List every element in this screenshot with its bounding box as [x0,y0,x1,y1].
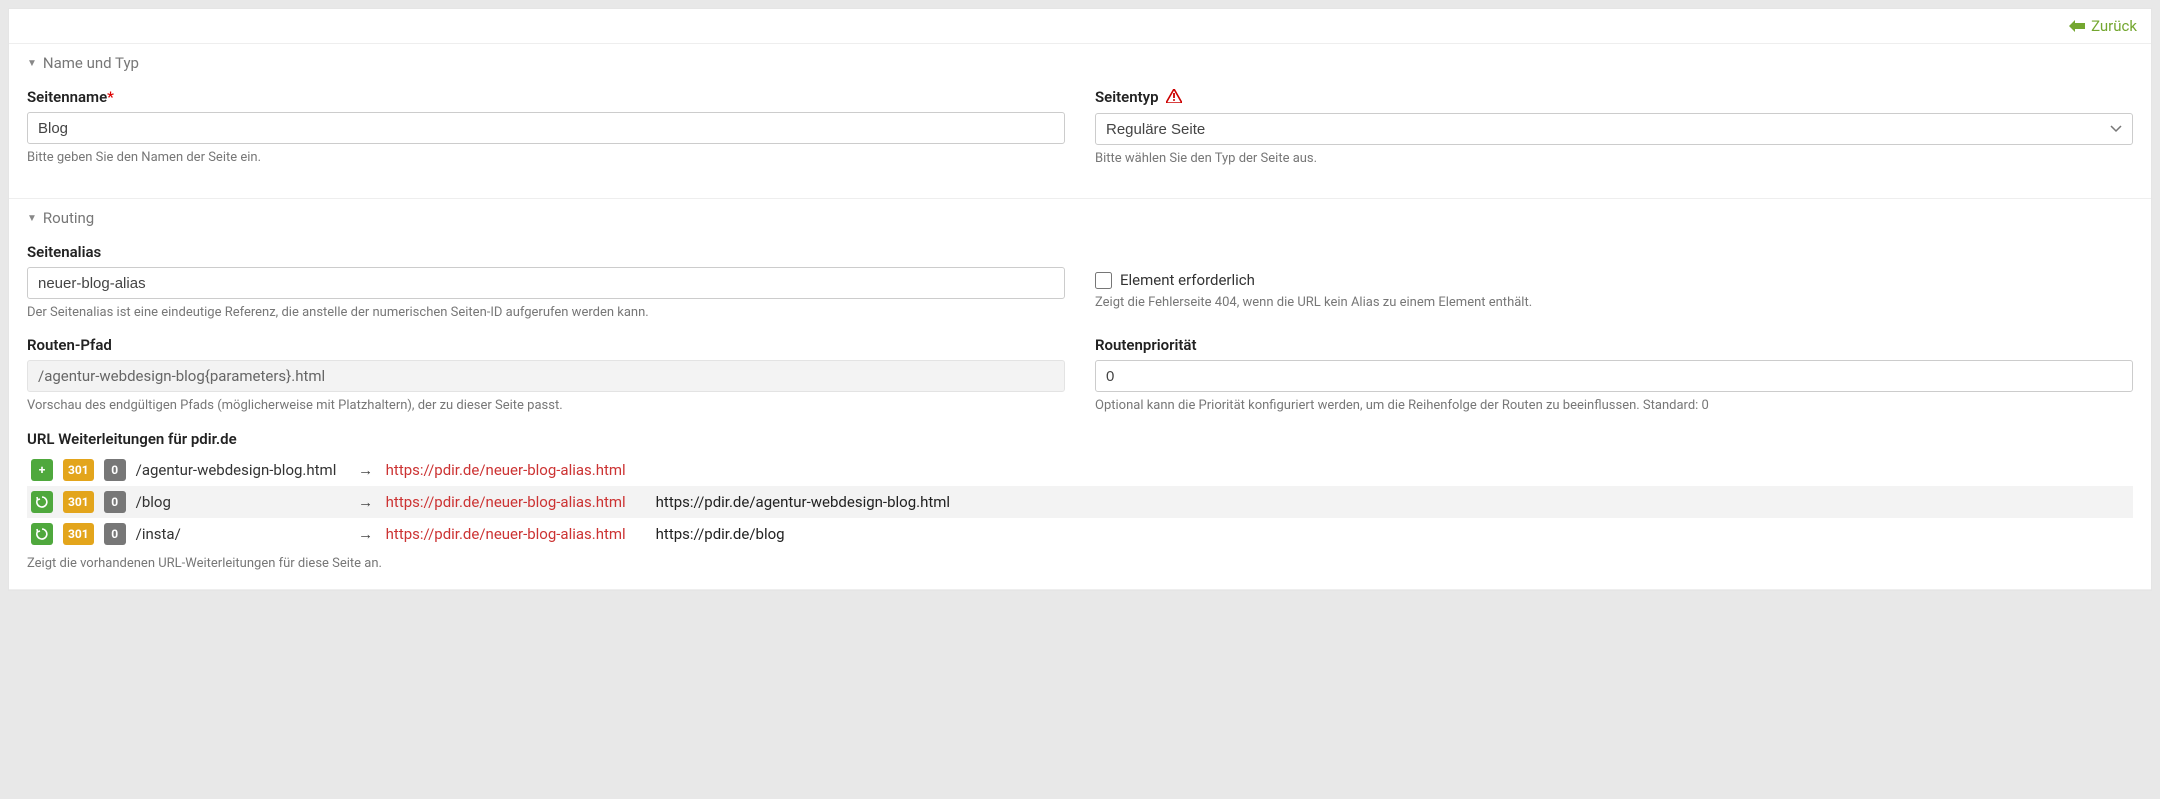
page-type-label: Seitentyp [1095,88,2133,107]
redirect-target: https://pdir.de/neuer-blog-alias.html [386,493,646,511]
arrow-right-icon: → [356,461,376,479]
element-required-checkbox[interactable] [1095,272,1112,289]
priority-help: Optional kann die Priorität konfiguriert… [1095,397,2133,415]
redirect-row: 301 0 /insta/ → https://pdir.de/neuer-bl… [27,518,2133,550]
page-name-label: Seitenname* [27,88,1065,106]
redirect-source: /insta/ [136,525,346,543]
priority-input[interactable] [1095,360,2133,392]
redirect-row: + 301 0 /agentur-webdesign-blog.html → h… [27,454,2133,486]
top-bar: Zurück [9,9,2151,44]
status-badge-0: 0 [104,491,126,513]
refresh-icon[interactable] [31,491,53,513]
status-badge-0: 0 [104,459,126,481]
redirect-target: https://pdir.de/neuer-blog-alias.html [386,525,646,543]
priority-label: Routenpriorität [1095,336,2133,354]
back-label: Zurück [2091,17,2137,35]
route-path-help: Vorschau des endgültigen Pfads (mögliche… [27,397,1065,415]
redirect-source: /agentur-webdesign-blog.html [136,461,346,479]
alias-input[interactable] [27,267,1065,299]
section-name-type: ▼ Name und Typ Seitenname* Bitte geben S… [9,44,2151,199]
arrow-right-icon: → [356,525,376,543]
status-badge-0: 0 [104,523,126,545]
page-type-select[interactable]: Reguläre Seite [1095,113,2133,145]
redirect-source: /blog [136,493,346,511]
redirect-previous: https://pdir.de/blog [656,525,785,543]
page-name-input[interactable] [27,112,1065,144]
chevron-down-icon: ▼ [27,58,37,69]
redirects-label: URL Weiterleitungen für pdir.de [27,430,2133,448]
section-title: Name und Typ [43,54,139,72]
page-name-help: Bitte geben Sie den Namen der Seite ein. [27,149,1065,167]
element-required-label: Element erforderlich [1120,271,1255,289]
alias-label: Seitenalias [27,243,1065,261]
arrow-right-icon: → [356,493,376,511]
redirect-previous: https://pdir.de/agentur-webdesign-blog.h… [656,493,950,511]
back-link[interactable]: Zurück [2069,17,2137,35]
element-required-help: Zeigt die Fehlerseite 404, wenn die URL … [1095,294,2133,312]
redirect-row: 301 0 /blog → https://pdir.de/neuer-blog… [27,486,2133,518]
redirects-help: Zeigt die vorhandenen URL-Weiterleitunge… [27,555,2133,573]
refresh-icon[interactable] [31,523,53,545]
plus-icon[interactable]: + [31,459,53,481]
route-path-value: /agentur-webdesign-blog{parameters}.html [27,360,1065,392]
status-badge-301: 301 [63,491,94,513]
section-title: Routing [43,209,94,227]
warning-icon [1166,89,1182,107]
route-path-label: Routen-Pfad [27,336,1065,354]
chevron-down-icon: ▼ [27,213,37,224]
section-routing: ▼ Routing Seitenalias Der Seitenalias is… [9,199,2151,590]
arrow-left-icon [2069,20,2085,32]
status-badge-301: 301 [63,523,94,545]
section-toggle-routing[interactable]: ▼ Routing [27,209,2133,227]
alias-help: Der Seitenalias ist eine eindeutige Refe… [27,304,1065,322]
page-type-help: Bitte wählen Sie den Typ der Seite aus. [1095,150,2133,168]
status-badge-301: 301 [63,459,94,481]
redirects-table: + 301 0 /agentur-webdesign-blog.html → h… [27,454,2133,550]
redirect-target: https://pdir.de/neuer-blog-alias.html [386,461,646,479]
section-toggle-name-type[interactable]: ▼ Name und Typ [27,54,2133,72]
